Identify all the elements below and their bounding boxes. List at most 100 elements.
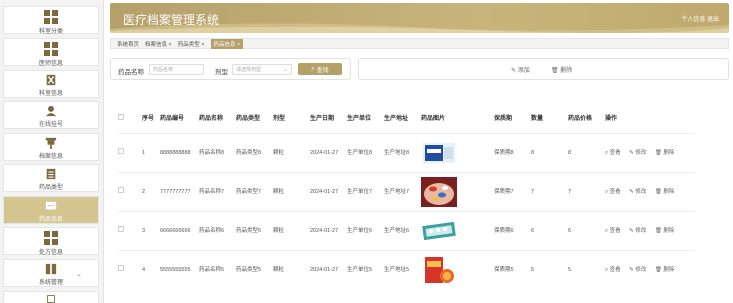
col-header[interactable]: 药品价格: [568, 105, 605, 133]
table-row: 3 6666666666 药品名称6 药品类型6 颗粒 2024-01-27 生…: [118, 210, 695, 250]
cell-qty: 6: [531, 210, 568, 250]
col-header[interactable]: 生产单位: [347, 105, 384, 133]
cell-price: 8: [568, 132, 605, 172]
cell-code: 7777777777: [160, 171, 199, 211]
delete-button[interactable]: 🗑 删除: [551, 65, 572, 74]
cell-price: 6: [568, 210, 605, 250]
document-icon: [46, 168, 56, 180]
view-button[interactable]: ⌕ 查看: [605, 150, 621, 156]
cell-date: 2024-01-27: [310, 171, 347, 211]
edit-button[interactable]: ✎ 修改: [629, 189, 646, 195]
cell-index: 4: [142, 249, 160, 289]
tab-home[interactable]: 系统首页: [117, 40, 139, 48]
sidebar-item-label: 药品类型: [38, 185, 63, 191]
row-checkbox[interactable]: [118, 148, 124, 154]
add-button-label: 添加: [517, 68, 530, 74]
col-header[interactable]: 生产地址: [384, 105, 421, 133]
cell-index: 3: [142, 210, 160, 250]
drug-name-input[interactable]: 药品名称: [149, 64, 204, 75]
sidebar-item-registration[interactable]: 在线挂号: [3, 101, 99, 129]
cell-ops: ⌕ 查看 ✎ 修改 🗑 删除: [605, 249, 695, 289]
cell-code: 8888888888: [160, 132, 199, 172]
cell-shelf-life: 保质期6: [494, 210, 531, 250]
sidebar-item-dept-category[interactable]: 科室分类: [3, 6, 99, 35]
book-icon: [45, 263, 57, 275]
row-delete-button[interactable]: 🗑 删除: [655, 228, 675, 234]
col-header[interactable]: 药品类型: [236, 105, 273, 133]
tab-drug-info[interactable]: 药品信息 ×: [210, 38, 244, 49]
cell-form: 颗粒: [273, 210, 310, 250]
col-header[interactable]: 剂型: [273, 105, 310, 133]
trash-icon: 🗑: [551, 68, 559, 74]
dosage-form-label: 剂型: [215, 69, 228, 76]
edit-button[interactable]: ✎ 修改: [629, 267, 646, 273]
cell-picture: [421, 132, 494, 172]
sidebar-item-more[interactable]: [3, 291, 99, 303]
search-button[interactable]: ⌕ 查找: [298, 63, 342, 75]
chevron-down-icon: ⌄: [76, 271, 82, 278]
cell-shelf-life: 保质期7: [494, 171, 531, 211]
edit-button[interactable]: ✎ 修改: [629, 150, 646, 156]
view-button[interactable]: ⌕ 查看: [605, 228, 621, 234]
sidebar-item-drug-info[interactable]: 药品信息: [3, 196, 99, 224]
sidebar-item-label: 在线挂号: [38, 122, 63, 128]
row-checkbox[interactable]: [118, 265, 124, 272]
sidebar-item-label: 档案信息: [38, 154, 63, 160]
view-button[interactable]: ⌕ 查看: [605, 189, 621, 195]
table-row: 1 8888888888 药品名称8 药品类型8 颗粒 2024-01-27 生…: [118, 132, 695, 172]
cell-ops: ⌕ 查看 ✎ 修改 🗑 删除: [605, 132, 695, 172]
edit-button[interactable]: ✎ 修改: [629, 228, 646, 234]
cell-name: 药品名称5: [199, 249, 236, 289]
col-header[interactable]: 药品名称: [199, 105, 236, 133]
add-button[interactable]: ✎ 添加: [511, 65, 530, 74]
cell-name: 药品名称6: [199, 210, 236, 250]
col-header[interactable]: 药品图片: [421, 105, 494, 133]
sidebar-item-prescription[interactable]: 处方信息: [3, 227, 99, 256]
cell-shelf-life: 保质期8: [494, 132, 531, 172]
grid-icon: [44, 231, 58, 245]
sidebar-item-system[interactable]: 系统管理 ⌄: [3, 259, 99, 287]
view-button[interactable]: ⌕ 查看: [605, 267, 621, 273]
sidebar-item-drug-type[interactable]: 药品类型: [3, 164, 99, 192]
dosage-form-select[interactable]: 请选择剂型 ⌄: [232, 64, 292, 75]
user-icon: [45, 105, 57, 117]
select-all-checkbox[interactable]: [118, 114, 124, 121]
sidebar-item-dept-info[interactable]: 科室信息: [3, 70, 99, 98]
cell-index: 1: [142, 132, 160, 172]
cell-unit: 生产单位7: [347, 171, 384, 211]
col-header[interactable]: 数量: [531, 105, 568, 133]
row-checkbox[interactable]: [118, 187, 124, 193]
cell-price: 7: [568, 171, 605, 211]
sidebar-item-label: 药品信息: [38, 217, 63, 223]
row-delete-button[interactable]: 🗑 删除: [655, 189, 675, 195]
row-checkbox[interactable]: [118, 226, 124, 232]
tab-drug-type[interactable]: 药品类型 ×: [178, 40, 205, 48]
cell-address: 生产地址6: [384, 210, 421, 250]
col-header[interactable]: 保质期: [494, 105, 531, 133]
cell-shelf-life: 保质期5: [494, 249, 531, 289]
cell-form: 颗粒: [273, 249, 310, 289]
cell-type: 药品类型7: [236, 171, 273, 211]
grid-icon: [44, 42, 58, 56]
sidebar-item-records[interactable]: 档案信息: [3, 133, 99, 161]
row-delete-button[interactable]: 🗑 删除: [655, 267, 675, 273]
tab-records[interactable]: 档案信息 ×: [145, 40, 172, 48]
sidebar-item-doctor[interactable]: 医师信息: [3, 38, 99, 67]
drug-image-medicine-box: [425, 256, 454, 283]
cell-unit: 生产单位6: [347, 210, 384, 250]
table-row: 2 7777777777 药品名称7 药品类型7 颗粒 2024-01-27 生…: [118, 171, 695, 211]
drug-image-pills-hand: [421, 176, 457, 207]
row-delete-button[interactable]: 🗑 删除: [655, 150, 675, 156]
cell-price: 5: [568, 249, 605, 289]
cell-type: 药品类型5: [236, 249, 273, 289]
col-header[interactable]: 生产日期: [310, 105, 347, 133]
col-header: 序号: [142, 115, 155, 122]
cell-ops: ⌕ 查看 ✎ 修改 🗑 删除: [605, 210, 695, 250]
user-links[interactable]: 个人信息 退出: [681, 14, 719, 23]
col-header[interactable]: 药品编号: [160, 105, 199, 133]
drug-image-pill-box: [423, 142, 455, 163]
table-header-row: 序号 药品编号 药品名称 药品类型 剂型 生产日期 生产单位 生产地址 药品图片…: [118, 105, 695, 133]
cell-unit: 生产单位8: [347, 132, 384, 172]
header: 医疗档案管理系统 个人信息 退出: [110, 3, 729, 33]
cell-code: 6666666666: [160, 210, 199, 250]
